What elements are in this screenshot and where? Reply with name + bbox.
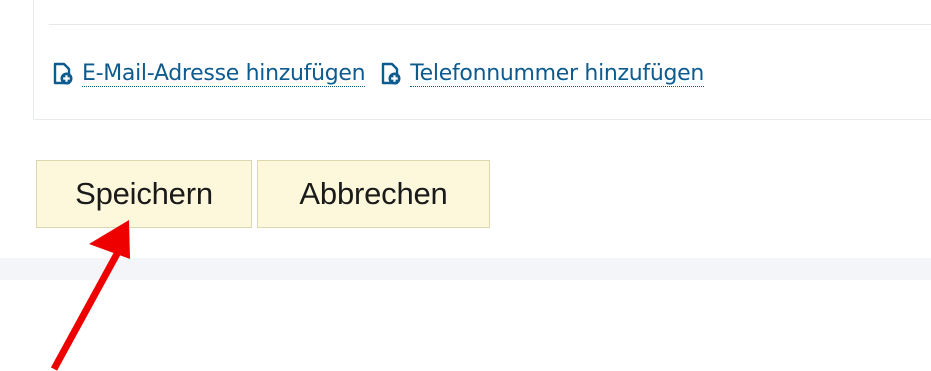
add-phone-label: Telefonnummer hinzufügen (410, 60, 705, 87)
footer-band (0, 258, 931, 280)
add-phone-link[interactable]: Telefonnummer hinzufügen (380, 60, 705, 87)
add-email-link[interactable]: E-Mail-Adresse hinzufügen (52, 60, 366, 87)
add-document-icon (52, 62, 74, 86)
contact-add-links: E-Mail-Adresse hinzufügen Telefonnummer … (52, 59, 704, 89)
cancel-button[interactable]: Abbrechen (257, 160, 490, 228)
card-divider (49, 24, 931, 25)
add-email-label: E-Mail-Adresse hinzufügen (82, 60, 366, 87)
save-button[interactable]: Speichern (36, 160, 252, 228)
add-document-icon (380, 62, 402, 86)
